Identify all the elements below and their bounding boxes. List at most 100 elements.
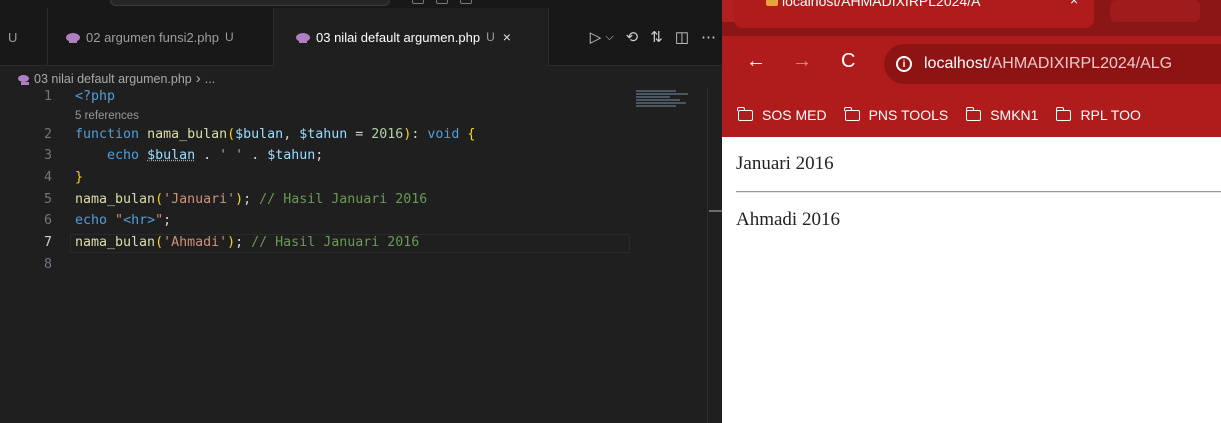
- site-info-icon[interactable]: i: [896, 56, 912, 72]
- comment: // Hasil Januari 2016: [251, 235, 420, 250]
- untracked-badge: U: [486, 30, 495, 44]
- folder-icon: [965, 106, 982, 121]
- return-type: void: [427, 127, 460, 142]
- folder-icon: [737, 106, 753, 121]
- forward-arrow-icon[interactable]: →: [792, 50, 812, 73]
- favicon-icon: [766, 0, 778, 6]
- tab-previous-file[interactable]: U: [0, 8, 48, 66]
- code-area[interactable]: 1 2 3 4 5 6 7 8 <?php 5 references funct…: [0, 88, 708, 423]
- chevron-right-icon: ›: [195, 70, 201, 87]
- toggle-panel-icon[interactable]: [436, 0, 448, 4]
- code-editor-window: U 02 argumen funsi2.php U 03 nilai defau…: [0, 0, 722, 423]
- line-number: 3: [43, 148, 52, 163]
- tab-03-nilai-default-argumen[interactable]: 03 nilai default argumen.php U ×: [274, 8, 549, 66]
- new-tab-button[interactable]: [1110, 0, 1200, 22]
- scrollbar-marker: [709, 210, 722, 212]
- code-line-2[interactable]: function nama_bulan($bulan, $tahun = 201…: [75, 127, 475, 142]
- references-codelens[interactable]: 5 references: [75, 110, 139, 122]
- more-icon[interactable]: ⋯: [701, 28, 716, 46]
- browser-tab-title[interactable]: localhost/AHMADIXIRPL2024/A: [782, 0, 980, 9]
- folder-icon: [843, 106, 860, 121]
- split-editor-icon[interactable]: ◫: [675, 28, 689, 46]
- line-number-current: 7: [43, 235, 52, 250]
- string-quote: ": [115, 213, 124, 228]
- browser-tab-strip: localhost/AHMADIXIRPL2024/A ×: [722, 0, 1221, 36]
- bookmark-label: SMKN1: [990, 107, 1039, 123]
- param-bulan: $bulan: [235, 127, 284, 142]
- line-number: 8: [43, 257, 52, 272]
- tab-label: 02 argumen funsi2.php: [86, 29, 219, 45]
- untracked-badge: U: [224, 30, 234, 44]
- var-bulan: $bulan: [147, 148, 196, 163]
- default-value: 2016: [371, 127, 404, 142]
- toggle-secondary-sidebar-icon[interactable]: [460, 0, 472, 4]
- php-open-tag: <?php: [75, 89, 116, 104]
- source-control-icon[interactable]: ⇅: [650, 28, 663, 46]
- line-number: 5: [43, 192, 52, 207]
- comment: // Hasil Januari 2016: [259, 192, 428, 207]
- keyword-echo: echo: [107, 148, 140, 163]
- code-line-6[interactable]: echo "<hr>";: [75, 213, 171, 228]
- line-number: 4: [43, 170, 52, 185]
- code-line-3[interactable]: echo $bulan . ' ' . $tahun;: [75, 148, 323, 163]
- var-tahun: $tahun: [267, 148, 316, 163]
- minimap[interactable]: [636, 90, 692, 110]
- chevron-down-icon[interactable]: ⌵: [605, 31, 613, 44]
- bookmark-folder-pns-tools[interactable]: PNS TOOLS: [843, 106, 949, 123]
- code-line-7[interactable]: nama_bulan('Ahmadi'); // Hasil Januari 2…: [75, 235, 419, 250]
- url-path: /AHMADIXIRPL2024/ALG: [987, 55, 1173, 72]
- string-arg: 'Januari': [163, 192, 236, 207]
- line-number: 2: [43, 127, 52, 142]
- close-icon[interactable]: ×: [503, 29, 511, 45]
- page-content: Januari 2016 Ahmadi 2016: [722, 137, 1221, 423]
- tab-label: U: [8, 29, 18, 45]
- back-arrow-icon[interactable]: ←: [746, 50, 766, 73]
- string-arg: 'Ahmadi': [163, 235, 228, 250]
- run-icon[interactable]: ▷: [590, 28, 602, 46]
- output-line-2: Ahmadi 2016: [736, 209, 840, 230]
- php-file-icon: [296, 32, 310, 43]
- horizontal-rule: [736, 191, 1221, 193]
- breadcrumb-file[interactable]: 03 nilai default argumen.php: [34, 72, 192, 86]
- bookmark-folder-sos-med[interactable]: SOS MED: [737, 106, 827, 123]
- url-host: localhost: [924, 55, 988, 72]
- breadcrumb-symbol[interactable]: ...: [205, 72, 215, 86]
- line-number: 6: [43, 213, 52, 228]
- function-call: nama_bulan: [75, 235, 156, 250]
- tab-02-argumen-funsi2[interactable]: 02 argumen funsi2.php U: [48, 8, 274, 66]
- bookmark-label: RPL TOO: [1080, 107, 1141, 123]
- php-file-icon: [18, 75, 29, 85]
- function-name: nama_bulan: [147, 127, 228, 142]
- code-line-5[interactable]: nama_bulan('Januari'); // Hasil Januari …: [75, 192, 427, 207]
- editor-tab-bar: U 02 argumen funsi2.php U 03 nilai defau…: [0, 8, 722, 66]
- keyword-echo: echo: [75, 213, 108, 228]
- reload-icon[interactable]: C: [841, 50, 855, 73]
- toggle-sidebar-icon[interactable]: [412, 0, 424, 4]
- close-tab-icon[interactable]: ×: [1070, 0, 1078, 8]
- php-file-icon: [66, 32, 80, 43]
- history-icon[interactable]: ⟲: [626, 28, 639, 46]
- bookmark-label: PNS TOOLS: [868, 107, 949, 123]
- line-number: 1: [43, 89, 52, 104]
- editor-actions: ▷ ⌵ ⟲ ⇅ ◫ ⋯: [590, 8, 716, 66]
- folder-icon: [1055, 106, 1072, 121]
- address-bar[interactable]: i localhost/AHMADIXIRPL2024/ALG: [884, 44, 1221, 84]
- output-line-1: Januari 2016: [736, 153, 834, 174]
- param-tahun: $tahun: [299, 127, 348, 142]
- bookmark-label: SOS MED: [762, 107, 827, 123]
- function-call: nama_bulan: [75, 192, 156, 207]
- html-tag: <hr>: [123, 213, 156, 228]
- title-bar: [0, 0, 722, 8]
- command-center[interactable]: [110, 0, 390, 6]
- bookmark-folder-smkn1[interactable]: SMKN1: [965, 106, 1039, 123]
- breadcrumb[interactable]: 03 nilai default argumen.php › ...: [18, 70, 215, 87]
- string-space: ' ': [219, 148, 244, 163]
- keyword-function: function: [75, 127, 140, 142]
- editor-scrollbar[interactable]: [707, 88, 708, 423]
- code-line-4[interactable]: }: [75, 170, 83, 185]
- browser-window: localhost/AHMADIXIRPL2024/A × ← → C i lo…: [722, 0, 1221, 423]
- bookmark-folder-rpl-tools[interactable]: RPL TOO: [1055, 106, 1141, 123]
- string-quote: ": [155, 213, 164, 228]
- bookmarks-bar: SOS MED PNS TOOLS SMKN1 RPL TOO: [722, 93, 1221, 137]
- code-line-1[interactable]: <?php: [75, 89, 115, 104]
